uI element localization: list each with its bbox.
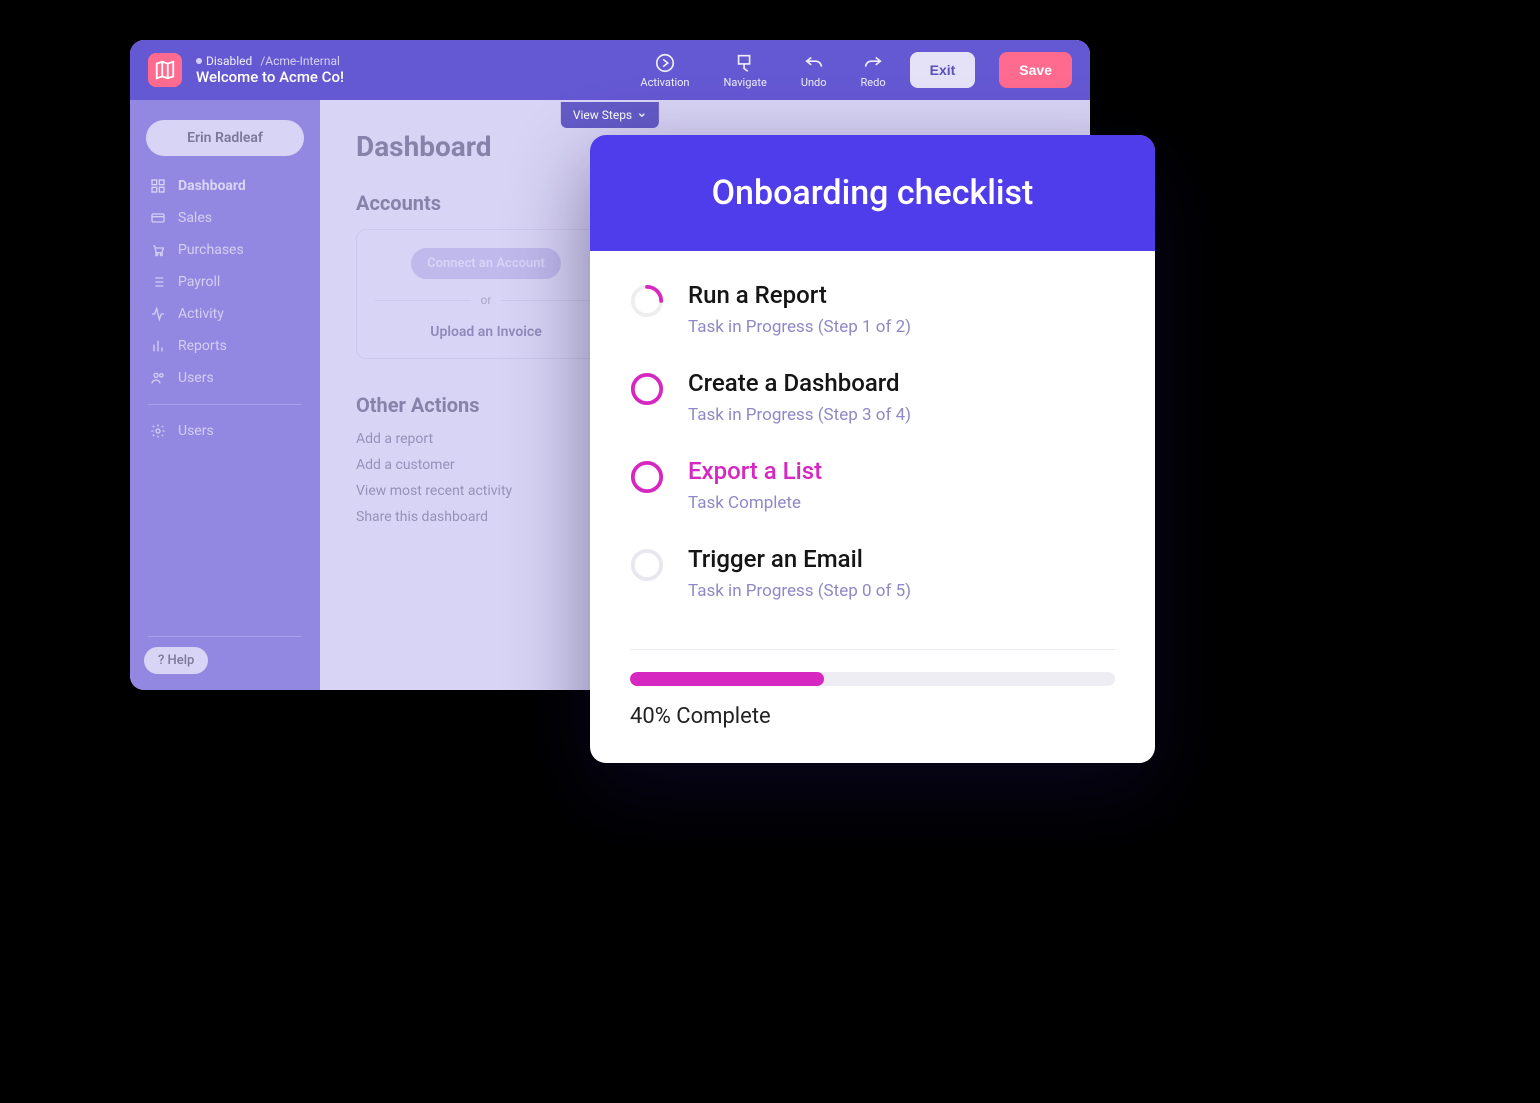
list-icon xyxy=(150,274,166,290)
navigate-icon xyxy=(734,52,756,74)
task-title: Export a List xyxy=(688,457,822,485)
sidebar-item-sales[interactable]: Sales xyxy=(130,202,320,234)
task-title: Run a Report xyxy=(688,281,911,309)
or-divider: or xyxy=(375,293,597,307)
app-header: Disabled /Acme-Internal Welcome to Acme … xyxy=(130,40,1090,100)
sidebar-item-payroll[interactable]: Payroll xyxy=(130,266,320,298)
card-icon xyxy=(150,210,166,226)
progress-ring-icon xyxy=(630,372,664,406)
cart-icon xyxy=(150,242,166,258)
app-logo xyxy=(148,53,182,87)
undo-action[interactable]: Undo xyxy=(791,52,837,89)
task-subtitle: Task in Progress (Step 0 of 5) xyxy=(688,581,911,601)
grid-icon xyxy=(150,178,166,194)
sidebar-item-activity[interactable]: Activity xyxy=(130,298,320,330)
progress-section: 40% Complete xyxy=(590,672,1155,763)
sidebar-divider xyxy=(148,404,302,405)
sidebar-item-label: Reports xyxy=(178,338,227,354)
upload-invoice-link[interactable]: Upload an Invoice xyxy=(430,324,541,340)
task-item[interactable]: Trigger an Email Task in Progress (Step … xyxy=(630,545,1115,601)
sidebar-item-label: Payroll xyxy=(178,274,220,290)
task-list: Run a Report Task in Progress (Step 1 of… xyxy=(590,251,1155,643)
sidebar-item-label: Activity xyxy=(178,306,224,322)
panel-divider xyxy=(630,649,1115,650)
onboarding-panel: Onboarding checklist Run a Report Task i… xyxy=(590,135,1155,763)
progress-bar xyxy=(630,672,1115,686)
view-steps-dropdown[interactable]: View Steps xyxy=(561,102,659,128)
task-item[interactable]: Create a Dashboard Task in Progress (Ste… xyxy=(630,369,1115,425)
status-label: Disabled xyxy=(206,54,252,68)
sidebar-item-label: Sales xyxy=(178,210,212,226)
header-titles: Disabled /Acme-Internal Welcome to Acme … xyxy=(196,54,344,86)
help-button[interactable]: ? Help xyxy=(144,647,208,674)
sidebar-item-purchases[interactable]: Purchases xyxy=(130,234,320,266)
task-title: Trigger an Email xyxy=(688,545,911,573)
welcome-text: Welcome to Acme Co! xyxy=(196,68,344,86)
user-chip[interactable]: Erin Radleaf xyxy=(146,120,304,156)
exit-button[interactable]: Exit xyxy=(910,52,976,88)
redo-icon xyxy=(862,52,884,74)
arrow-circle-icon xyxy=(654,52,676,74)
sidebar-item-label: Users xyxy=(178,370,214,386)
navigate-action[interactable]: Navigate xyxy=(713,52,776,89)
connect-account-button[interactable]: Connect an Account xyxy=(411,248,561,279)
task-item[interactable]: Run a Report Task in Progress (Step 1 of… xyxy=(630,281,1115,337)
progress-label: 40% Complete xyxy=(630,704,1115,729)
task-item[interactable]: Export a List Task Complete xyxy=(630,457,1115,513)
progress-ring-icon xyxy=(630,548,664,582)
sidebar: Erin Radleaf Dashboard Sales Purchases P… xyxy=(130,40,320,690)
gear-icon xyxy=(150,423,166,439)
activity-icon xyxy=(150,306,166,322)
undo-icon xyxy=(803,52,825,74)
sidebar-item-users[interactable]: Users xyxy=(130,362,320,394)
progress-fill xyxy=(630,672,824,686)
task-subtitle: Task Complete xyxy=(688,493,822,513)
redo-action[interactable]: Redo xyxy=(851,52,896,89)
task-title: Create a Dashboard xyxy=(688,369,911,397)
activation-action[interactable]: Activation xyxy=(630,52,699,89)
breadcrumb-path: /Acme-Internal xyxy=(260,54,340,68)
sidebar-item-label: Purchases xyxy=(178,242,244,258)
sidebar-item-settings[interactable]: Users xyxy=(130,415,320,447)
progress-ring-icon xyxy=(630,460,664,494)
sidebar-item-dashboard[interactable]: Dashboard xyxy=(130,170,320,202)
task-subtitle: Task in Progress (Step 3 of 4) xyxy=(688,405,911,425)
users-icon xyxy=(150,370,166,386)
task-subtitle: Task in Progress (Step 1 of 2) xyxy=(688,317,911,337)
map-icon xyxy=(154,59,176,81)
progress-ring-icon xyxy=(630,284,664,318)
sidebar-divider xyxy=(148,636,302,637)
accounts-card: Connect an Account or Upload an Invoice xyxy=(356,229,616,359)
sidebar-item-label: Dashboard xyxy=(178,178,246,194)
sidebar-item-reports[interactable]: Reports xyxy=(130,330,320,362)
chevron-down-icon xyxy=(637,110,647,120)
bar-chart-icon xyxy=(150,338,166,354)
sidebar-item-label: Users xyxy=(178,423,214,439)
onboarding-title: Onboarding checklist xyxy=(590,135,1155,251)
save-button[interactable]: Save xyxy=(999,52,1072,88)
